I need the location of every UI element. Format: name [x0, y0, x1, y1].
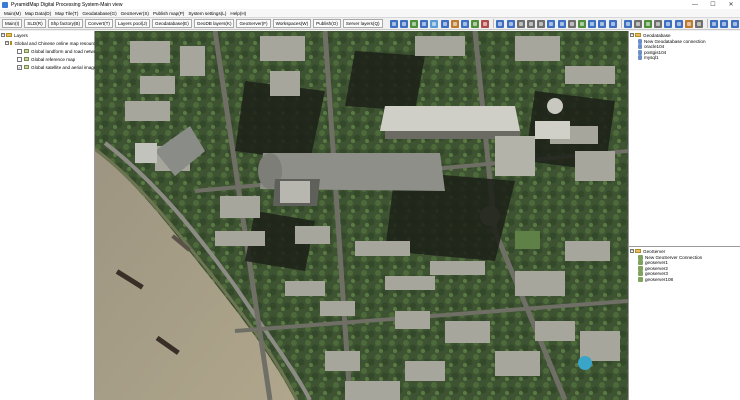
database-icon	[638, 55, 642, 61]
pan-icon[interactable]	[420, 19, 429, 28]
copy-icon[interactable]	[588, 19, 597, 28]
layer-remove-icon[interactable]	[481, 19, 490, 28]
toolbar-button[interactable]: Main(I)	[2, 19, 23, 28]
toolbar-separator	[493, 19, 495, 28]
title-bar: PyramidMap Digital Processing System-Mai…	[0, 0, 740, 9]
geoserver-panel: − GeoServer New GeoServer Connection geos…	[628, 247, 740, 400]
map-view[interactable]	[95, 31, 628, 400]
maximize-icon[interactable]: ☐	[704, 0, 722, 9]
save-icon[interactable]	[557, 19, 566, 28]
settings-icon[interactable]	[695, 19, 704, 28]
paste-icon[interactable]	[598, 19, 607, 28]
window-title: PyramidMap Digital Processing System-Mai…	[11, 1, 123, 8]
menu-item[interactable]: Geodatabase(G)	[82, 11, 116, 16]
layer-checkbox[interactable]	[17, 56, 22, 62]
draw-point-icon[interactable]	[516, 19, 525, 28]
menu-item[interactable]: Main(M)	[4, 11, 21, 16]
menu-item[interactable]: Help(H)	[230, 11, 246, 16]
layer-group-label[interactable]: Global and Chinese online map resources	[14, 41, 100, 46]
menu-item[interactable]: Map Data(D)	[25, 11, 51, 16]
publish-icon[interactable]	[684, 19, 693, 28]
minimize-icon[interactable]: —	[686, 0, 704, 9]
menu-item[interactable]: GeoServer(S)	[121, 11, 149, 16]
refresh-icon[interactable]	[460, 19, 469, 28]
server-icon	[638, 276, 643, 282]
toolbar-button[interactable]: GeoDB layers(K)	[193, 19, 235, 28]
app-window: PyramidMap Digital Processing System-Mai…	[0, 0, 740, 400]
collapse-icon[interactable]: −	[1, 33, 5, 37]
layer-icon	[24, 57, 29, 61]
toolbar-button[interactable]: GeoServer(F)	[236, 19, 271, 28]
chart-icon[interactable]	[644, 19, 653, 28]
previous-extent-icon[interactable]	[496, 19, 505, 28]
app-logo-icon	[2, 1, 8, 8]
next-extent-icon[interactable]	[506, 19, 515, 28]
draw-line-icon[interactable]	[527, 19, 536, 28]
toolbar-button[interactable]: Convert(T)	[84, 19, 113, 28]
toolbar-buttons: Main(I) SLD(R) Shp factory(B) Convert(T) Lay…	[2, 19, 385, 28]
cache-icon[interactable]	[674, 19, 683, 28]
layers-folder-icon	[6, 33, 12, 37]
menu-item[interactable]: Publish map(P)	[153, 11, 184, 16]
print-icon[interactable]	[567, 19, 576, 28]
zoom-in-icon[interactable]	[389, 19, 398, 28]
close-icon[interactable]: ✕	[722, 0, 740, 9]
undo-icon[interactable]	[608, 19, 617, 28]
user-icon[interactable]	[710, 19, 719, 28]
geodatabase-item-label: mysql1	[644, 55, 659, 61]
collapse-icon[interactable]: −	[5, 41, 9, 45]
measure-icon[interactable]	[450, 19, 459, 28]
zoom-out-icon[interactable]	[399, 19, 408, 28]
layer-label: Global landform and road network	[31, 48, 101, 54]
layer-label: Global reference map	[31, 56, 76, 62]
geodatabase-folder-icon	[635, 33, 641, 37]
toolbar-separator	[620, 19, 622, 28]
geoserver-item-label: geoserver108	[645, 276, 674, 282]
collapse-icon[interactable]: −	[630, 249, 634, 253]
toolbar-button[interactable]: SLD(R)	[24, 19, 46, 28]
group-folder-icon	[10, 41, 13, 45]
layer-icon	[24, 49, 29, 53]
geodatabase-item[interactable]: mysql1	[638, 55, 659, 61]
menu-item[interactable]: System settings(L)	[188, 11, 226, 16]
menu-item[interactable]: Map Tile(T)	[55, 11, 78, 16]
geoserver-item[interactable]: geoserver108	[638, 276, 673, 282]
layer-icon	[24, 65, 29, 69]
geodatabase-title: Geodatabase	[643, 32, 671, 38]
identify-icon[interactable]	[440, 19, 449, 28]
layer-checkbox[interactable]	[17, 48, 22, 54]
layers-title: Layers	[14, 32, 28, 38]
globe-icon[interactable]	[720, 19, 729, 28]
toolbar-button[interactable]: Publish(O)	[313, 19, 341, 28]
geodatabase-panel: − Geodatabase New Geodatabase connection…	[628, 31, 740, 247]
tile-icon[interactable]	[664, 19, 673, 28]
toolbar: Main(I) SLD(R) Shp factory(B) Convert(T) Lay…	[0, 18, 740, 30]
edit-icon[interactable]	[547, 19, 556, 28]
toolbar-icon-strip	[389, 19, 740, 28]
toolbar-button[interactable]: Workspaces(W)	[272, 19, 312, 28]
toolbar-button[interactable]: Layers pool(J)	[114, 19, 151, 28]
select-icon[interactable]	[430, 19, 439, 28]
collapse-icon[interactable]: −	[630, 33, 634, 37]
layers-panel: − Layers − Global and Chinese online map…	[0, 31, 100, 400]
toolbar-separator	[707, 19, 709, 28]
toolbar-button[interactable]: Server layers(Q)	[342, 19, 383, 28]
grid-icon[interactable]	[654, 19, 663, 28]
layer-checkbox[interactable]: ✓	[17, 64, 22, 70]
menu-bar: Main(M) Map Data(D) Map Tile(T) Geodatabase…	[0, 9, 740, 18]
draw-polygon-icon[interactable]	[537, 19, 546, 28]
sync-icon[interactable]	[730, 19, 739, 28]
layer-add-icon[interactable]	[471, 19, 480, 28]
table-icon[interactable]	[633, 19, 642, 28]
redo-icon[interactable]	[623, 19, 632, 28]
layer-label: Global satellite and aerial imagery	[31, 64, 101, 70]
geoserver-title: GeoServer	[643, 248, 666, 254]
export-icon[interactable]	[577, 19, 586, 28]
toolbar-button[interactable]: Geodatabase(E)	[152, 19, 192, 28]
toolbar-button[interactable]: Shp factory(B)	[47, 19, 83, 28]
full-extent-icon[interactable]	[409, 19, 418, 28]
satellite-imagery[interactable]	[95, 31, 628, 400]
geoserver-folder-icon	[635, 249, 641, 253]
